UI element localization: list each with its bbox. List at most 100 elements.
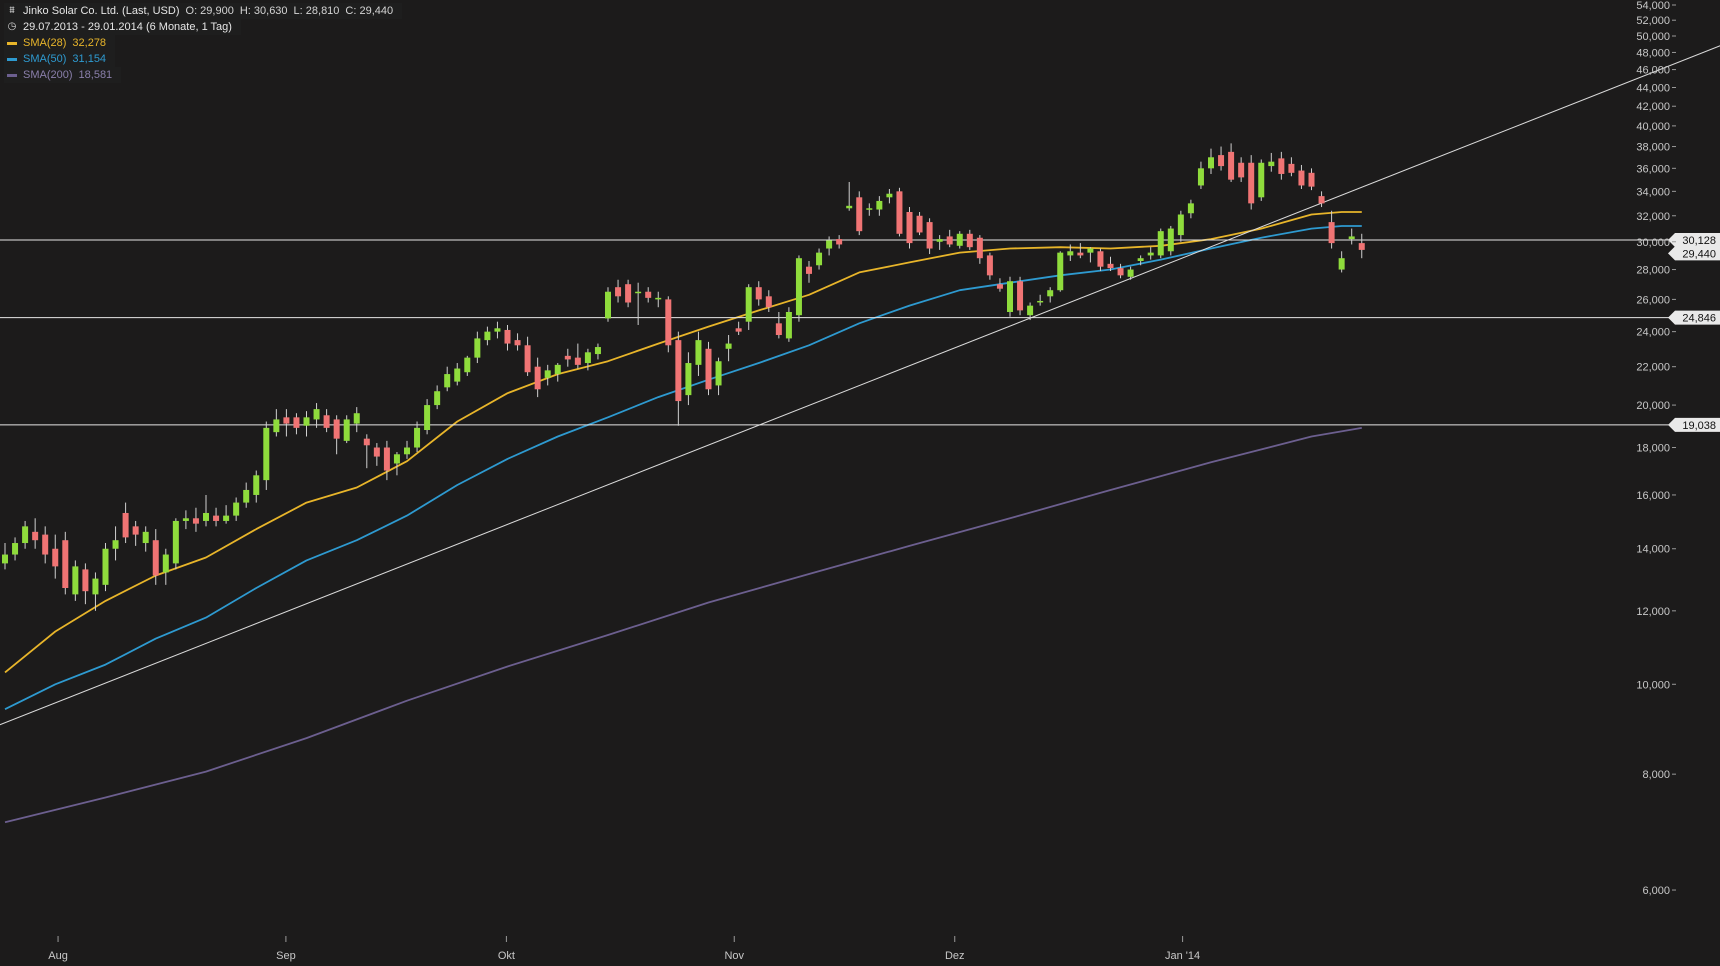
candle-body bbox=[1107, 263, 1114, 269]
sma-line-sma28 bbox=[4, 211, 1362, 674]
candle-body bbox=[816, 252, 823, 266]
candle-body bbox=[273, 419, 280, 433]
candle bbox=[795, 255, 802, 322]
candle-body bbox=[162, 554, 169, 573]
candle-body bbox=[574, 357, 581, 365]
candle-body bbox=[1197, 168, 1204, 186]
candle bbox=[1097, 248, 1104, 271]
candle-body bbox=[1077, 252, 1084, 256]
candle-body bbox=[363, 438, 370, 446]
candle bbox=[172, 518, 179, 570]
candle bbox=[846, 181, 853, 211]
candle bbox=[494, 321, 501, 339]
candle-body bbox=[414, 427, 421, 448]
y-tick-label: 38,000 bbox=[1636, 142, 1670, 154]
candle-body bbox=[1358, 243, 1365, 250]
clock-icon: ◷ bbox=[7, 21, 17, 32]
legend-low: L: 28,810 bbox=[293, 5, 340, 17]
candle-body bbox=[1278, 158, 1285, 174]
candle-body bbox=[72, 566, 79, 595]
y-tick-label: 22,000 bbox=[1636, 362, 1670, 374]
legend-period: 29.07.2013 - 29.01.2014 (6 Monate, 1 Tag… bbox=[23, 21, 232, 33]
candle-body bbox=[1298, 170, 1305, 186]
candle-body bbox=[122, 512, 129, 538]
horizontal-line-label: 30,128 bbox=[1682, 235, 1716, 247]
x-tick-label: Sep bbox=[276, 950, 296, 962]
candle bbox=[725, 335, 732, 362]
y-tick-label: 14,000 bbox=[1636, 544, 1670, 556]
candle-body bbox=[1248, 162, 1255, 204]
candle bbox=[233, 497, 240, 521]
x-tick-label: Dez bbox=[945, 950, 965, 962]
candle-body bbox=[213, 515, 220, 521]
candle-body bbox=[434, 391, 441, 406]
candle-body bbox=[1268, 161, 1275, 167]
candle-body bbox=[605, 291, 611, 319]
candle bbox=[986, 252, 993, 280]
candle-body bbox=[484, 331, 491, 341]
y-tick-label: 28,000 bbox=[1636, 265, 1670, 277]
candle bbox=[524, 336, 531, 376]
candle bbox=[996, 278, 1003, 292]
legend-sma200-row[interactable]: SMA(200) 18,581 bbox=[4, 67, 122, 83]
candle-body bbox=[1328, 222, 1335, 244]
legend-sma28-row[interactable]: SMA(28) 32,278 bbox=[4, 35, 116, 51]
legend-sma50-value: 31,154 bbox=[72, 53, 107, 65]
candle-body bbox=[32, 531, 39, 541]
candle bbox=[544, 364, 551, 386]
candle-body bbox=[263, 427, 270, 481]
candle bbox=[594, 343, 601, 360]
candle bbox=[32, 518, 39, 549]
candle-body bbox=[454, 368, 461, 382]
candle-body bbox=[52, 548, 59, 567]
candle bbox=[323, 409, 330, 433]
candle-body bbox=[715, 361, 722, 386]
candle bbox=[42, 526, 49, 564]
trendline-segment bbox=[0, 45, 1720, 726]
candle-body bbox=[635, 291, 642, 294]
candle-body bbox=[655, 297, 662, 300]
y-tick-label: 24,000 bbox=[1636, 327, 1670, 339]
candle bbox=[122, 502, 129, 544]
y-tick-label: 52,000 bbox=[1636, 15, 1670, 27]
candle bbox=[1017, 276, 1024, 316]
candle-body bbox=[534, 366, 541, 390]
y-tick-label: 48,000 bbox=[1636, 47, 1670, 59]
candle bbox=[1308, 168, 1315, 191]
candle-body bbox=[353, 413, 360, 424]
candle-body bbox=[112, 540, 119, 549]
candle-body bbox=[22, 526, 29, 544]
candle-body bbox=[223, 515, 230, 521]
candle bbox=[313, 403, 320, 428]
candle bbox=[866, 203, 873, 216]
y-tick-label: 44,000 bbox=[1636, 82, 1670, 94]
candle bbox=[635, 282, 642, 325]
candle-body bbox=[564, 355, 571, 360]
candle-body bbox=[896, 191, 903, 234]
last-price-label: 29,440 bbox=[1682, 248, 1716, 260]
y-tick-label: 54,000 bbox=[1636, 0, 1670, 12]
candle-body bbox=[1137, 258, 1144, 262]
legend-sma50-row[interactable]: SMA(50) 31,154 bbox=[4, 51, 116, 67]
candle-body bbox=[524, 345, 531, 373]
candle bbox=[1218, 146, 1225, 171]
candle-body bbox=[1127, 269, 1134, 277]
candle-body bbox=[725, 343, 732, 349]
candle-body bbox=[1097, 251, 1104, 267]
candle bbox=[1268, 152, 1275, 172]
candle bbox=[514, 333, 521, 351]
y-tick-label: 50,000 bbox=[1636, 31, 1670, 43]
candle-body bbox=[946, 236, 953, 245]
candle-body bbox=[1208, 157, 1214, 169]
candle bbox=[303, 411, 310, 437]
price-chart[interactable]: 30,128 24,846 19,038 29,440 6,000 8,000 10,00… bbox=[0, 0, 1720, 966]
candle-body bbox=[554, 364, 561, 375]
candle bbox=[283, 409, 290, 437]
candle-body bbox=[765, 296, 772, 308]
candle bbox=[645, 287, 652, 303]
candle-body bbox=[615, 287, 622, 297]
candle bbox=[1228, 143, 1235, 182]
candle bbox=[22, 520, 29, 549]
candle bbox=[785, 307, 792, 342]
candle bbox=[1348, 228, 1355, 245]
